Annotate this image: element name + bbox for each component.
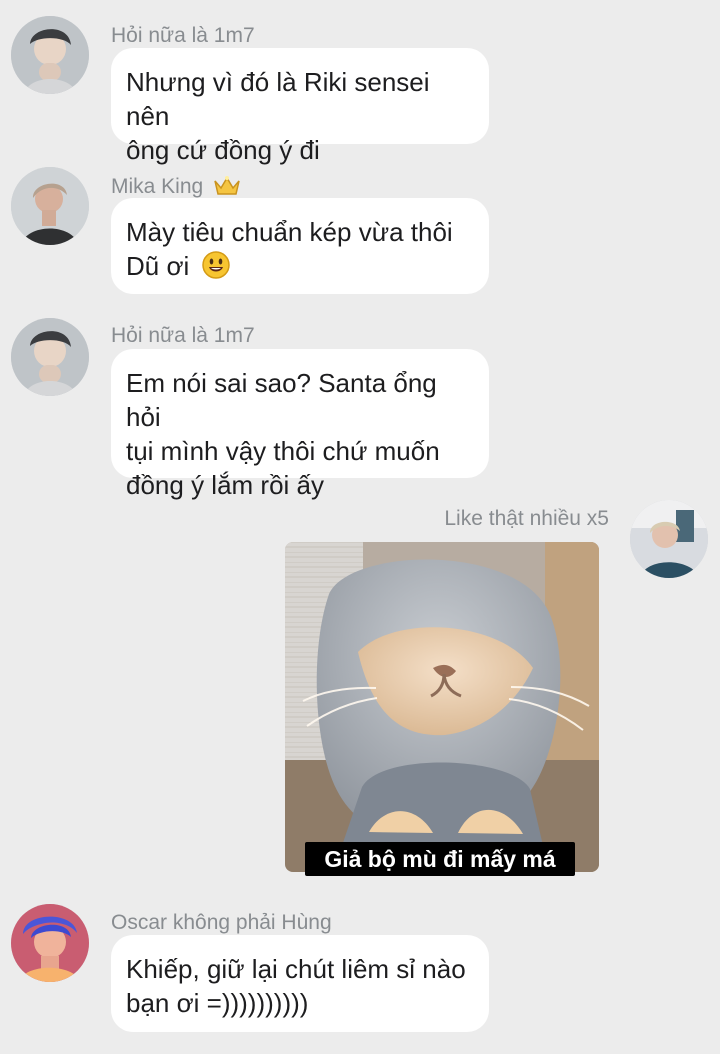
message-line: tụi mình vậy thôi chứ muốn — [126, 436, 440, 466]
message-line: Nhưng vì đó là Riki sensei nên — [126, 67, 430, 131]
message-line: đồng ý lắm rồi ấy — [126, 470, 324, 500]
avatar-oscar-khong-phai-hung[interactable] — [11, 904, 89, 982]
message-line: Dũ ơi — [126, 249, 471, 288]
sender-name: Oscar không phải Hùng — [111, 911, 332, 934]
avatar-like-that-nhieu-x5[interactable] — [630, 500, 708, 578]
message-bubble[interactable]: Khiếp, giữ lại chút liêm sỉ nào bạn ơi =… — [111, 935, 489, 1032]
sender-name: Like thật nhiều x5 — [444, 507, 609, 530]
message-line: ông cứ đồng ý đi — [126, 135, 320, 165]
image-caption: Giả bộ mù đi mấy má — [305, 842, 575, 876]
message-bubble[interactable]: Mày tiêu chuẩn kép vừa thôi Dũ ơi — [111, 198, 489, 294]
avatar-hoi-nua-la-1m7-1[interactable] — [11, 16, 89, 94]
message-line-text: Dũ ơi — [126, 251, 190, 281]
message-line: Khiếp, giữ lại chút liêm sỉ nào — [126, 954, 466, 984]
sender-label: Mika King — [111, 175, 204, 198]
chat-thread[interactable]: Hỏi nữa là 1m7 Nhưng vì đó là Riki sense… — [0, 0, 720, 1054]
message-bubble[interactable]: Em nói sai sao? Santa ổng hỏi tụi mình v… — [111, 349, 489, 500]
message-bubble[interactable]: Nhưng vì đó là Riki sensei nên ông cứ đồ… — [111, 48, 489, 165]
grinning-face-icon — [201, 250, 231, 288]
avatar-mika-king[interactable] — [11, 167, 89, 245]
message-line: bạn ơi =)))))))))) — [126, 988, 309, 1018]
cat-image[interactable] — [285, 542, 599, 872]
message-line: Em nói sai sao? Santa ổng hỏi — [126, 368, 437, 432]
sender-name: Hỏi nữa là 1m7 — [111, 324, 255, 347]
avatar-hoi-nua-la-1m7-2[interactable] — [11, 318, 89, 396]
sender-name: Hỏi nữa là 1m7 — [111, 24, 255, 47]
message-line: Mày tiêu chuẩn kép vừa thôi — [126, 217, 453, 247]
